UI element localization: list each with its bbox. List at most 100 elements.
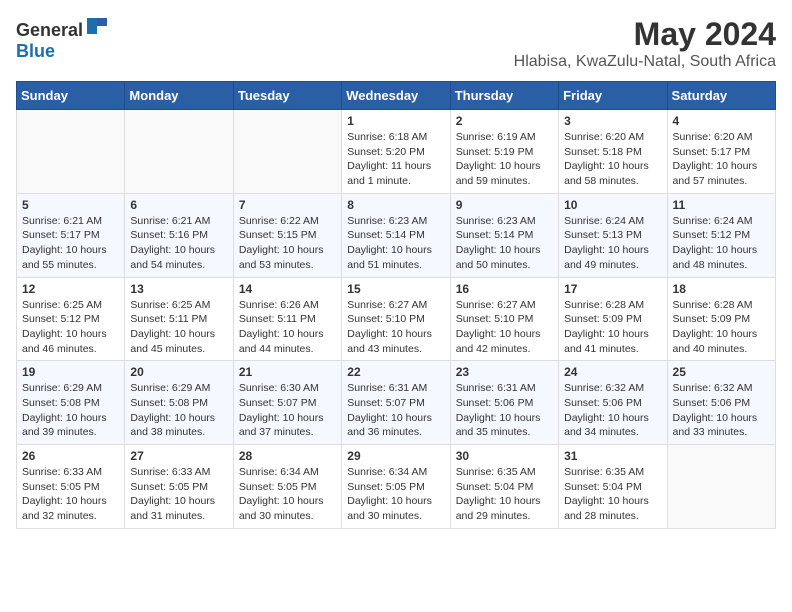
day-number: 14 xyxy=(239,282,336,296)
day-number: 16 xyxy=(456,282,553,296)
main-title: May 2024 xyxy=(514,16,776,53)
day-number: 2 xyxy=(456,114,553,128)
day-number: 6 xyxy=(130,198,227,212)
day-info: Sunrise: 6:28 AM Sunset: 5:09 PM Dayligh… xyxy=(673,298,770,357)
calendar-cell: 9Sunrise: 6:23 AM Sunset: 5:14 PM Daylig… xyxy=(450,193,558,277)
calendar-cell: 15 Sunrise: 6:27 AM Sunset: 5:10 PM Dayli… xyxy=(342,277,450,361)
day-info: Sunrise: 6:21 AM Sunset: 5:16 PM Dayligh… xyxy=(130,214,227,273)
day-info: Sunrise: 6:32 AM Sunset: 5:06 PM Dayligh… xyxy=(564,381,661,440)
day-number: 18 xyxy=(673,282,770,296)
calendar-cell: 25 Sunrise: 6:32 AM Sunset: 5:06 PM Dayli… xyxy=(667,361,775,445)
calendar-header: SundayMondayTuesdayWednesdayThursdayFrid… xyxy=(17,82,776,110)
day-info: Sunrise: 6:27 AM Sunset: 5:10 PM Dayligh… xyxy=(347,298,444,357)
calendar-week-row: 1Sunrise: 6:18 AM Sunset: 5:20 PM Daylig… xyxy=(17,110,776,194)
calendar-cell: 16Sunrise: 6:27 AM Sunset: 5:10 PM Dayli… xyxy=(450,277,558,361)
day-number: 4 xyxy=(673,114,770,128)
day-number: 3 xyxy=(564,114,661,128)
day-info: Sunrise: 6:25 AM Sunset: 5:12 PM Dayligh… xyxy=(22,298,119,357)
title-area: May 2024 Hlabisa, KwaZulu-Natal, South A… xyxy=(514,16,776,71)
day-number: 25 xyxy=(673,365,770,379)
calendar-week-row: 5 Sunrise: 6:21 AM Sunset: 5:17 PM Daylig… xyxy=(17,193,776,277)
day-number: 17 xyxy=(564,282,661,296)
day-info: Sunrise: 6:29 AM Sunset: 5:08 PM Dayligh… xyxy=(22,381,119,440)
calendar-cell: 4 Sunrise: 6:20 AM Sunset: 5:17 PM Daylig… xyxy=(667,110,775,194)
day-number: 21 xyxy=(239,365,336,379)
day-info: Sunrise: 6:34 AM Sunset: 5:05 PM Dayligh… xyxy=(347,465,444,524)
weekday-header-tuesday: Tuesday xyxy=(233,82,341,110)
day-number: 22 xyxy=(347,365,444,379)
calendar-cell: 31Sunrise: 6:35 AM Sunset: 5:04 PM Dayli… xyxy=(559,445,667,529)
day-number: 24 xyxy=(564,365,661,379)
calendar-cell: 19 Sunrise: 6:29 AM Sunset: 5:08 PM Dayli… xyxy=(17,361,125,445)
subtitle: Hlabisa, KwaZulu-Natal, South Africa xyxy=(514,53,776,71)
calendar-cell: 2 Sunrise: 6:19 AM Sunset: 5:19 PM Daylig… xyxy=(450,110,558,194)
calendar-cell: 24 Sunrise: 6:32 AM Sunset: 5:06 PM Dayli… xyxy=(559,361,667,445)
day-number: 7 xyxy=(239,198,336,212)
day-info: Sunrise: 6:31 AM Sunset: 5:07 PM Dayligh… xyxy=(347,381,444,440)
day-number: 13 xyxy=(130,282,227,296)
calendar-cell: 29Sunrise: 6:34 AM Sunset: 5:05 PM Dayli… xyxy=(342,445,450,529)
day-info: Sunrise: 6:35 AM Sunset: 5:04 PM Dayligh… xyxy=(456,465,553,524)
calendar-cell: 11 Sunrise: 6:24 AM Sunset: 5:12 PM Dayli… xyxy=(667,193,775,277)
page-header: General Blue May 2024 Hlabisa, KwaZulu-N… xyxy=(16,16,776,71)
calendar-cell: 14Sunrise: 6:26 AM Sunset: 5:11 PM Dayli… xyxy=(233,277,341,361)
calendar-cell: 21 Sunrise: 6:30 AM Sunset: 5:07 PM Dayli… xyxy=(233,361,341,445)
calendar-cell: 20 Sunrise: 6:29 AM Sunset: 5:08 PM Dayli… xyxy=(125,361,233,445)
day-info: Sunrise: 6:19 AM Sunset: 5:19 PM Dayligh… xyxy=(456,130,553,189)
calendar-cell: 6 Sunrise: 6:21 AM Sunset: 5:16 PM Daylig… xyxy=(125,193,233,277)
calendar-cell xyxy=(17,110,125,194)
day-number: 10 xyxy=(564,198,661,212)
weekday-header-saturday: Saturday xyxy=(667,82,775,110)
day-info: Sunrise: 6:20 AM Sunset: 5:18 PM Dayligh… xyxy=(564,130,661,189)
day-info: Sunrise: 6:33 AM Sunset: 5:05 PM Dayligh… xyxy=(130,465,227,524)
day-number: 20 xyxy=(130,365,227,379)
day-info: Sunrise: 6:25 AM Sunset: 5:11 PM Dayligh… xyxy=(130,298,227,357)
day-number: 12 xyxy=(22,282,119,296)
calendar-week-row: 12 Sunrise: 6:25 AM Sunset: 5:12 PM Dayli… xyxy=(17,277,776,361)
calendar-cell xyxy=(667,445,775,529)
day-info: Sunrise: 6:34 AM Sunset: 5:05 PM Dayligh… xyxy=(239,465,336,524)
calendar-week-row: 19 Sunrise: 6:29 AM Sunset: 5:08 PM Dayli… xyxy=(17,361,776,445)
day-number: 27 xyxy=(130,449,227,463)
weekday-header-thursday: Thursday xyxy=(450,82,558,110)
day-info: Sunrise: 6:31 AM Sunset: 5:06 PM Dayligh… xyxy=(456,381,553,440)
calendar-cell: 22 Sunrise: 6:31 AM Sunset: 5:07 PM Dayli… xyxy=(342,361,450,445)
day-info: Sunrise: 6:32 AM Sunset: 5:06 PM Dayligh… xyxy=(673,381,770,440)
calendar-cell: 17Sunrise: 6:28 AM Sunset: 5:09 PM Dayli… xyxy=(559,277,667,361)
day-number: 11 xyxy=(673,198,770,212)
calendar-cell: 7 Sunrise: 6:22 AM Sunset: 5:15 PM Daylig… xyxy=(233,193,341,277)
calendar-cell: 8Sunrise: 6:23 AM Sunset: 5:14 PM Daylig… xyxy=(342,193,450,277)
day-number: 9 xyxy=(456,198,553,212)
calendar-cell: 26 Sunrise: 6:33 AM Sunset: 5:05 PM Dayli… xyxy=(17,445,125,529)
calendar-cell: 10 Sunrise: 6:24 AM Sunset: 5:13 PM Dayli… xyxy=(559,193,667,277)
logo-general-text: General xyxy=(16,20,83,40)
day-info: Sunrise: 6:18 AM Sunset: 5:20 PM Dayligh… xyxy=(347,130,444,189)
day-number: 5 xyxy=(22,198,119,212)
day-number: 8 xyxy=(347,198,444,212)
day-info: Sunrise: 6:22 AM Sunset: 5:15 PM Dayligh… xyxy=(239,214,336,273)
day-info: Sunrise: 6:35 AM Sunset: 5:04 PM Dayligh… xyxy=(564,465,661,524)
day-info: Sunrise: 6:29 AM Sunset: 5:08 PM Dayligh… xyxy=(130,381,227,440)
logo: General Blue xyxy=(16,16,109,62)
day-info: Sunrise: 6:21 AM Sunset: 5:17 PM Dayligh… xyxy=(22,214,119,273)
day-number: 26 xyxy=(22,449,119,463)
calendar-cell xyxy=(125,110,233,194)
day-number: 19 xyxy=(22,365,119,379)
day-number: 23 xyxy=(456,365,553,379)
weekday-row: SundayMondayTuesdayWednesdayThursdayFrid… xyxy=(17,82,776,110)
calendar-cell: 23 Sunrise: 6:31 AM Sunset: 5:06 PM Dayli… xyxy=(450,361,558,445)
day-info: Sunrise: 6:24 AM Sunset: 5:12 PM Dayligh… xyxy=(673,214,770,273)
calendar-body: 1Sunrise: 6:18 AM Sunset: 5:20 PM Daylig… xyxy=(17,110,776,529)
weekday-header-sunday: Sunday xyxy=(17,82,125,110)
calendar-cell: 30Sunrise: 6:35 AM Sunset: 5:04 PM Dayli… xyxy=(450,445,558,529)
calendar-cell: 3 Sunrise: 6:20 AM Sunset: 5:18 PM Daylig… xyxy=(559,110,667,194)
day-number: 15 xyxy=(347,282,444,296)
day-info: Sunrise: 6:33 AM Sunset: 5:05 PM Dayligh… xyxy=(22,465,119,524)
day-info: Sunrise: 6:24 AM Sunset: 5:13 PM Dayligh… xyxy=(564,214,661,273)
calendar-cell: 5 Sunrise: 6:21 AM Sunset: 5:17 PM Daylig… xyxy=(17,193,125,277)
calendar-cell: 28Sunrise: 6:34 AM Sunset: 5:05 PM Dayli… xyxy=(233,445,341,529)
day-info: Sunrise: 6:30 AM Sunset: 5:07 PM Dayligh… xyxy=(239,381,336,440)
logo-flag-icon xyxy=(85,16,109,36)
weekday-header-wednesday: Wednesday xyxy=(342,82,450,110)
day-info: Sunrise: 6:20 AM Sunset: 5:17 PM Dayligh… xyxy=(673,130,770,189)
